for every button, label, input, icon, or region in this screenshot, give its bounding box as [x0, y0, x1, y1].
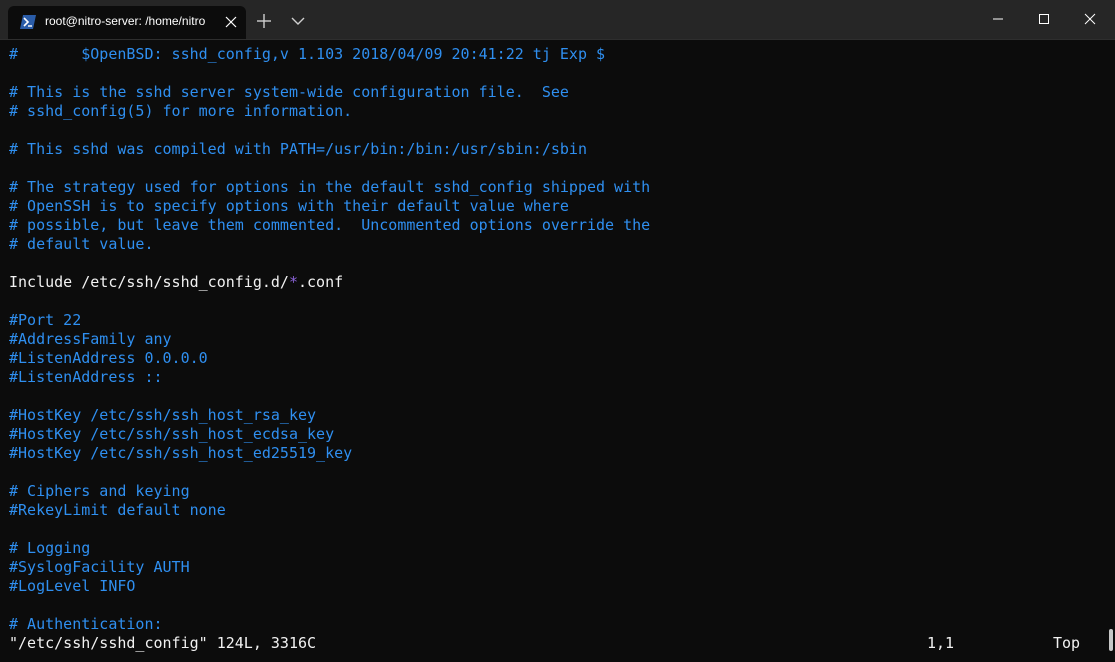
- terminal-window: root@nitro-server: /home/nitro # $OpenBS…: [0, 0, 1115, 662]
- include-directive: Include /etc/ssh/sshd_config.d/*.conf: [9, 273, 343, 292]
- config-line: # This sshd was compiled with PATH=/usr/…: [9, 140, 587, 158]
- minimize-icon: [993, 18, 1003, 20]
- status-scroll-position: Top: [1053, 634, 1081, 652]
- config-line: # Logging: [9, 539, 91, 557]
- config-line: # possible, but leave them commented. Un…: [9, 216, 651, 234]
- glob-wildcard: *: [288, 273, 298, 291]
- terminal-tab[interactable]: root@nitro-server: /home/nitro: [8, 6, 246, 39]
- config-line: #Port 22: [9, 311, 82, 329]
- config-line: # OpenSSH is to specify options with the…: [9, 197, 569, 215]
- config-line: # default value.: [9, 235, 154, 253]
- config-line: # sshd_config(5) for more information.: [9, 102, 353, 120]
- maximize-icon: [1039, 14, 1049, 24]
- config-line: #AddressFamily any: [9, 330, 172, 348]
- config-line: # $OpenBSD: sshd_config,v 1.103 2018/04/…: [9, 45, 606, 63]
- status-file-info: "/etc/ssh/sshd_config" 124L, 3316C: [9, 634, 317, 652]
- powershell-icon: [20, 15, 36, 29]
- minimize-button[interactable]: [975, 0, 1021, 39]
- config-line: # This is the sshd server system-wide co…: [9, 83, 569, 101]
- tab-title: root@nitro-server: /home/nitro: [45, 14, 206, 28]
- include-extension: .conf: [298, 273, 344, 291]
- maximize-button[interactable]: [1021, 0, 1067, 39]
- include-path: Include /etc/ssh/sshd_config.d/: [9, 273, 289, 291]
- config-line: #ListenAddress ::: [9, 368, 163, 386]
- close-window-button[interactable]: [1067, 0, 1113, 39]
- scrollbar-thumb[interactable]: [1109, 629, 1113, 651]
- close-icon: [1084, 13, 1096, 25]
- config-line: #HostKey /etc/ssh/ssh_host_rsa_key: [9, 406, 317, 424]
- scrollbar[interactable]: [1108, 40, 1115, 662]
- config-line: #LogLevel INFO: [9, 577, 136, 595]
- config-line: # Authentication:: [9, 615, 163, 633]
- terminal-content[interactable]: # $OpenBSD: sshd_config,v 1.103 2018/04/…: [0, 40, 1108, 662]
- close-icon[interactable]: [224, 15, 238, 29]
- config-line: #SyslogFacility AUTH: [9, 558, 190, 576]
- config-line: #HostKey /etc/ssh/ssh_host_ecdsa_key: [9, 425, 335, 443]
- config-line: #RekeyLimit default none: [9, 501, 226, 519]
- title-bar: root@nitro-server: /home/nitro: [0, 0, 1115, 40]
- plus-icon[interactable]: [255, 12, 273, 30]
- chevron-down-icon[interactable]: [290, 14, 306, 26]
- config-line: #ListenAddress 0.0.0.0: [9, 349, 208, 367]
- config-line: # Ciphers and keying: [9, 482, 190, 500]
- status-cursor-position: 1,1: [927, 634, 955, 652]
- config-line: # The strategy used for options in the d…: [9, 178, 651, 196]
- config-line: #HostKey /etc/ssh/ssh_host_ed25519_key: [9, 444, 353, 462]
